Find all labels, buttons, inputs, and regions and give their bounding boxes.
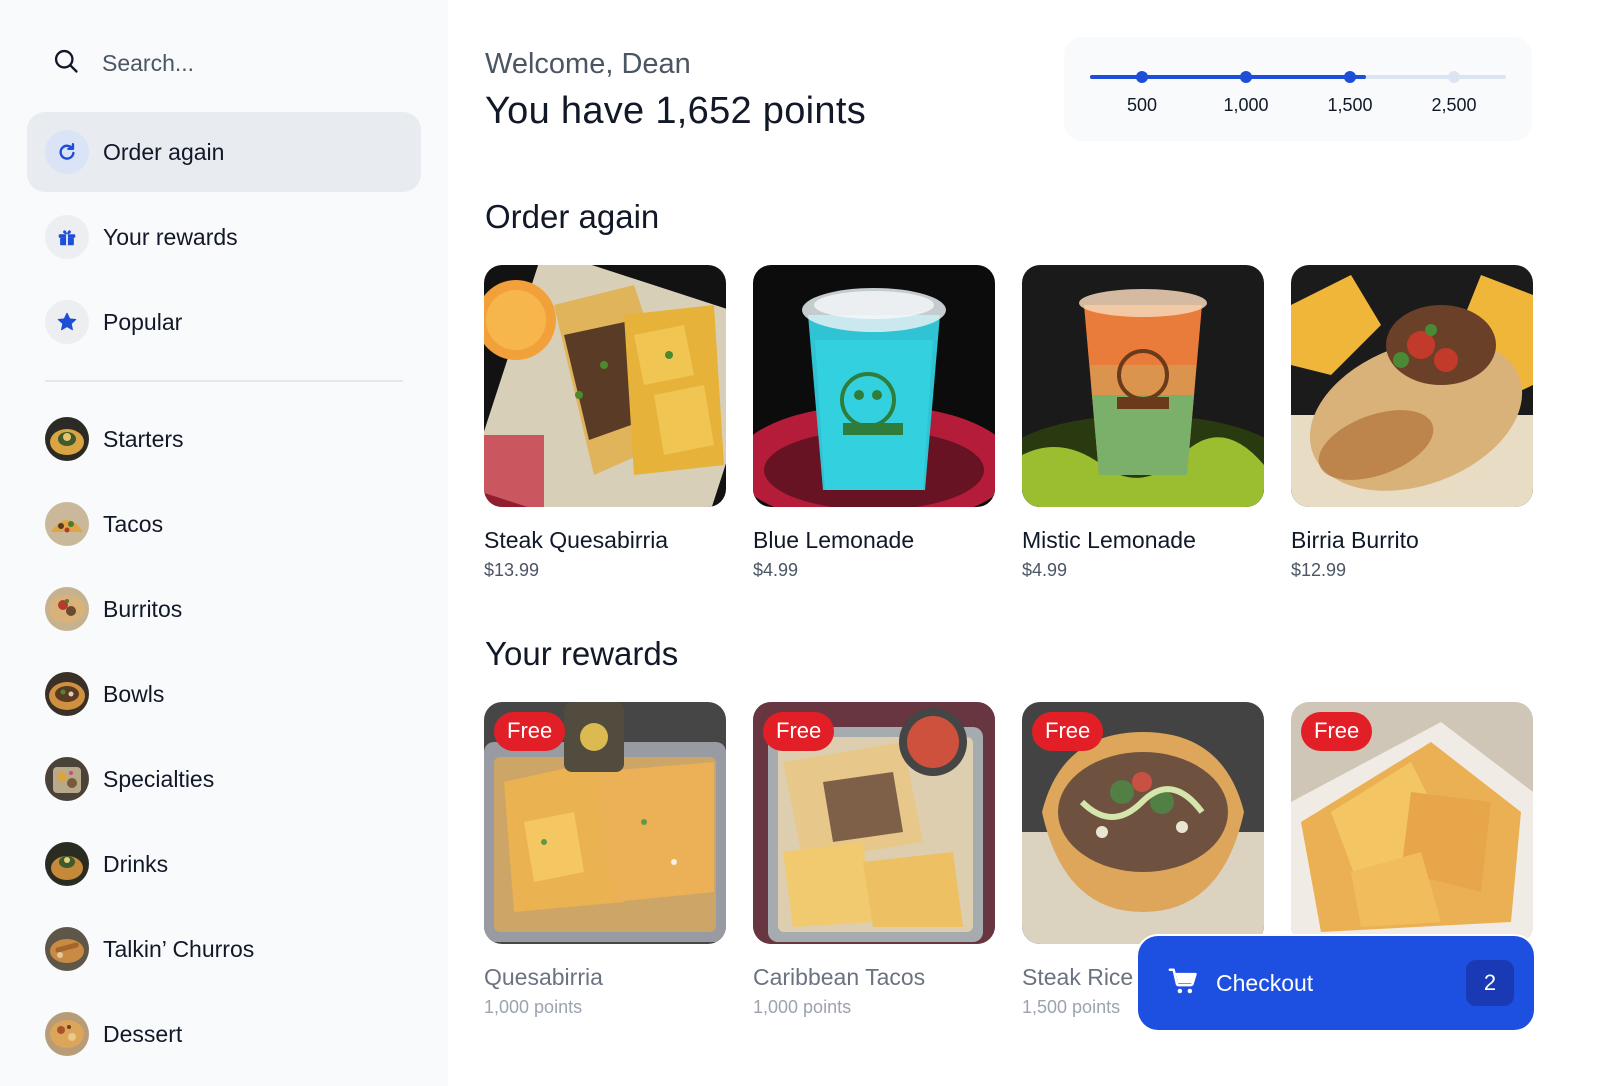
cart-count-badge: 2	[1466, 960, 1514, 1006]
welcome-text: Welcome, Dean	[485, 48, 691, 80]
category-dessert[interactable]: Dessert	[27, 994, 421, 1074]
checkout-label: Checkout	[1216, 969, 1314, 996]
product-price: $4.99	[753, 560, 799, 580]
free-badge: Free	[763, 712, 835, 751]
category-label: Burritos	[103, 595, 183, 622]
progress-tick-label: 500	[1126, 95, 1158, 115]
category-drinks[interactable]: Drinks	[27, 824, 421, 904]
category-label: Starters	[103, 425, 184, 452]
reward-name: Quesabirria	[484, 964, 603, 990]
free-badge: Free	[1032, 712, 1104, 751]
category-tacos[interactable]: Tacos	[27, 484, 421, 564]
reward-image: Free	[1291, 702, 1533, 944]
progress-tick-label: 1,000	[1223, 95, 1269, 115]
points-heading: You have 1,652 points	[485, 90, 866, 132]
sidebar-divider	[45, 380, 403, 382]
rewards-progress-fill	[1090, 75, 1366, 79]
search-input[interactable]	[102, 49, 382, 77]
cart-icon	[1168, 966, 1198, 1001]
product-card[interactable]: Blue Lemonade $4.99	[753, 265, 995, 581]
category-starters[interactable]: Starters	[27, 399, 421, 479]
nav-your-rewards[interactable]: Your rewards	[27, 197, 421, 277]
product-image	[484, 265, 726, 507]
rewards-progress-track	[1090, 75, 1506, 79]
reward-image: Free	[484, 702, 726, 944]
gift-icon	[45, 215, 89, 259]
bowls-thumbnail	[45, 672, 89, 716]
reward-points: 1,000 points	[484, 997, 583, 1017]
category-label: Specialties	[103, 765, 215, 792]
product-price: $12.99	[1291, 560, 1347, 580]
reward-card[interactable]: Free Caribbean Tacos 1,000 points	[753, 702, 995, 1018]
category-talkin-churros[interactable]: Talkin’ Churros	[27, 909, 421, 989]
nav-label: Popular	[103, 308, 183, 335]
reward-card[interactable]: Free Quesabirria 1,000 points	[484, 702, 726, 1018]
product-price: $13.99	[484, 560, 540, 580]
product-card[interactable]: Mistic Lemonade $4.99	[1022, 265, 1264, 581]
progress-tick-label: 1,500	[1327, 95, 1373, 115]
tacos-thumbnail	[45, 502, 89, 546]
product-name: Steak Quesabirria	[484, 527, 669, 553]
product-image	[1022, 265, 1264, 507]
free-badge: Free	[494, 712, 566, 751]
progress-tick-dot	[1136, 71, 1148, 83]
reward-image: Free	[753, 702, 995, 944]
product-price: $4.99	[1022, 560, 1068, 580]
burritos-thumbnail	[45, 587, 89, 631]
category-label: Talkin’ Churros	[103, 935, 255, 962]
product-name: Birria Burrito	[1291, 527, 1419, 553]
reward-card[interactable]: Free	[1291, 702, 1533, 964]
category-label: Tacos	[103, 510, 164, 537]
starters-thumbnail	[45, 417, 89, 461]
nav-label: Your rewards	[103, 223, 238, 250]
search-bar[interactable]	[28, 37, 420, 89]
product-image	[753, 265, 995, 507]
product-card[interactable]: Birria Burrito $12.99	[1291, 265, 1533, 581]
dessert-thumbnail	[45, 1012, 89, 1056]
category-burritos[interactable]: Burritos	[27, 569, 421, 649]
category-specialties[interactable]: Specialties	[27, 739, 421, 819]
category-label: Drinks	[103, 850, 169, 877]
star-icon	[45, 300, 89, 344]
refresh-icon	[45, 130, 89, 174]
specialties-thumbnail	[45, 757, 89, 801]
progress-tick-dot	[1344, 71, 1356, 83]
checkout-button[interactable]: Checkout 2	[1138, 936, 1534, 1030]
progress-tick-label: 2,500	[1431, 95, 1477, 115]
reward-points: 1,000 points	[753, 997, 852, 1017]
drinks-thumbnail	[45, 842, 89, 886]
progress-tick-dot	[1240, 71, 1252, 83]
category-bowls[interactable]: Bowls	[27, 654, 421, 734]
order-again-title: Order again	[485, 198, 660, 235]
product-image	[1291, 265, 1533, 507]
search-icon	[52, 47, 80, 80]
nav-popular[interactable]: Popular	[27, 282, 421, 362]
product-name: Mistic Lemonade	[1022, 527, 1196, 553]
nav-label: Order again	[103, 138, 225, 165]
product-card[interactable]: Steak Quesabirria $13.99	[484, 265, 726, 581]
reward-name: Caribbean Tacos	[753, 964, 926, 990]
reward-image: Free	[1022, 702, 1264, 944]
free-badge: Free	[1301, 712, 1373, 751]
sidebar: Order again Your rewards Popular Starter…	[0, 0, 448, 1086]
category-label: Bowls	[103, 680, 165, 707]
rewards-progress-card: 500 1,000 1,500 2,500	[1064, 37, 1532, 141]
churros-thumbnail	[45, 927, 89, 971]
progress-tick-dot	[1448, 71, 1460, 83]
category-label: Dessert	[103, 1020, 183, 1047]
product-name: Blue Lemonade	[753, 527, 915, 553]
nav-order-again[interactable]: Order again	[27, 112, 421, 192]
your-rewards-title: Your rewards	[485, 635, 679, 672]
